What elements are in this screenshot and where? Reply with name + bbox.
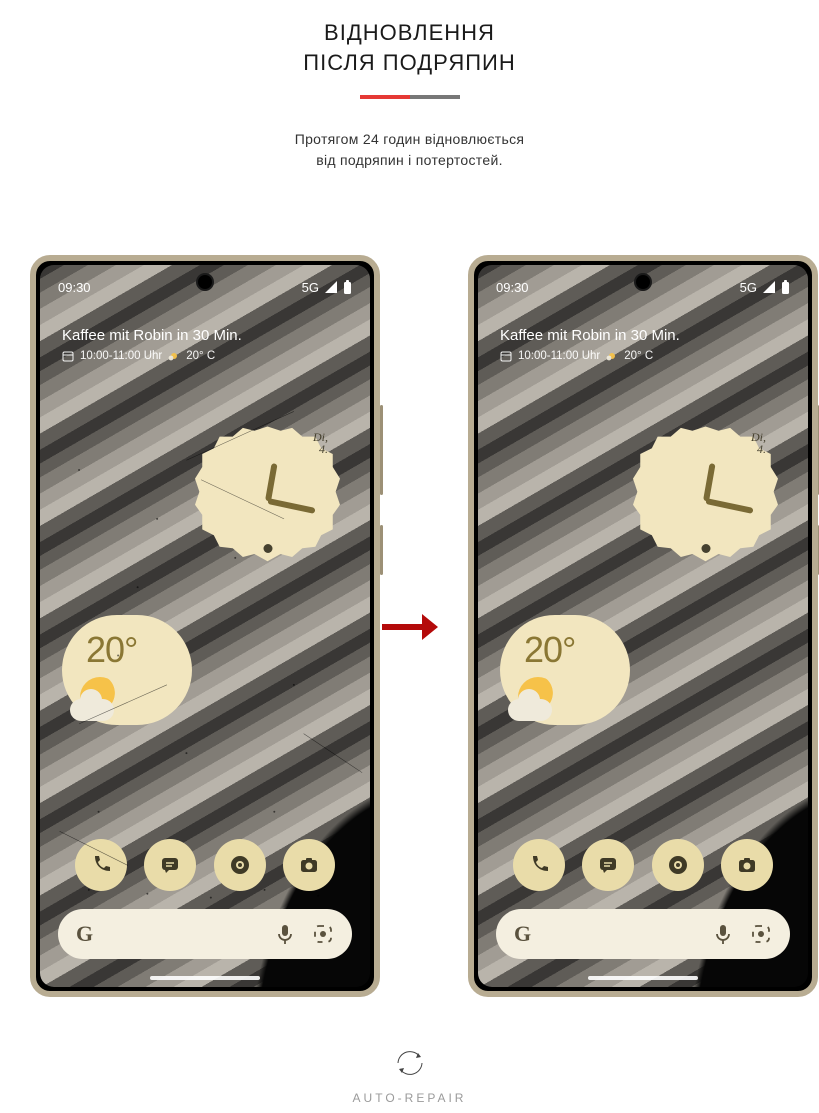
- battery-icon: [781, 280, 790, 294]
- phone-frame: 09:30 5G Kaffee mit Robin in 30 Min. 10:…: [468, 255, 818, 997]
- dock: [40, 839, 370, 891]
- dock: [478, 839, 808, 891]
- camera-app-icon: [721, 839, 773, 891]
- weather-widget: 20°: [500, 615, 630, 725]
- weather-widget: 20°: [62, 615, 192, 725]
- google-g-icon: G: [76, 921, 93, 947]
- glance-event: Kaffee mit Robin in 30 Min.: [500, 327, 680, 344]
- footer-label: AUTO-REPAIR: [0, 1091, 819, 1105]
- refresh-cycle-icon: [392, 1045, 428, 1081]
- weather-temp: 20°: [524, 629, 575, 671]
- home-indicator: [588, 976, 698, 980]
- messages-app-icon: [582, 839, 634, 891]
- phone-after: 09:30 5G Kaffee mit Robin in 30 Min. 10:…: [468, 255, 818, 997]
- search-bar: G: [496, 909, 790, 959]
- status-time: 09:30: [496, 280, 529, 295]
- signal-icon: [762, 281, 776, 293]
- messages-app-icon: [144, 839, 196, 891]
- clock-widget: Di, 4.: [633, 425, 778, 570]
- footer: AUTO-REPAIR: [0, 1045, 819, 1105]
- weather-cloud-icon: [508, 699, 552, 721]
- chrome-app-icon: [652, 839, 704, 891]
- weather-cloud-icon: [70, 699, 114, 721]
- camera-app-icon: [283, 839, 335, 891]
- phone-app-icon: [75, 839, 127, 891]
- mic-icon: [276, 923, 294, 945]
- volume-button-icon: [380, 405, 383, 495]
- side-buttons: [380, 405, 383, 605]
- mic-icon: [714, 923, 732, 945]
- glance-time: 10:00-11:00 Uhr: [80, 350, 162, 362]
- phone-before: 09:30 5G Kaffee mit Robin in 30 Min. 10:…: [30, 255, 380, 997]
- header: ВІДНОВЛЕННЯ ПІСЛЯ ПОДРЯПИН Протягом 24 г…: [0, 0, 819, 171]
- sun-icon: [606, 350, 618, 362]
- lens-icon: [750, 923, 772, 945]
- signal-icon: [324, 281, 338, 293]
- status-network: 5G: [302, 280, 319, 295]
- weather-temp: 20°: [86, 629, 137, 671]
- status-network: 5G: [740, 280, 757, 295]
- phone-frame: 09:30 5G Kaffee mit Robin in 30 Min. 10:…: [30, 255, 380, 997]
- glance-time: 10:00-11:00 Uhr: [518, 350, 600, 362]
- calendar-icon: [500, 350, 512, 362]
- arrow-right-icon: [380, 610, 440, 649]
- google-g-icon: G: [514, 921, 531, 947]
- glance-info: Kaffee mit Robin in 30 Min. 10:00-11:00 …: [500, 327, 680, 362]
- glance-temp: 20° C: [186, 350, 215, 362]
- search-bar: G: [58, 909, 352, 959]
- comparison-row: 09:30 5G Kaffee mit Robin in 30 Min. 10:…: [0, 255, 819, 1015]
- glance-info: Kaffee mit Robin in 30 Min. 10:00-11:00 …: [62, 327, 242, 362]
- glance-event: Kaffee mit Robin in 30 Min.: [62, 327, 242, 344]
- subtitle-line-1: Протягом 24 годин відновлюється: [0, 129, 819, 150]
- page-title: ВІДНОВЛЕННЯ ПІСЛЯ ПОДРЯПИН: [0, 18, 819, 77]
- glance-temp: 20° C: [624, 350, 653, 362]
- subtitle-line-2: від подряпин і потертостей.: [0, 150, 819, 171]
- title-line-2: ПІСЛЯ ПОДРЯПИН: [0, 48, 819, 78]
- sun-icon: [168, 350, 180, 362]
- status-bar: 09:30 5G: [478, 275, 808, 299]
- phone-screen: 09:30 5G Kaffee mit Robin in 30 Min. 10:…: [40, 265, 370, 987]
- battery-icon: [343, 280, 352, 294]
- chrome-app-icon: [214, 839, 266, 891]
- status-bar: 09:30 5G: [40, 275, 370, 299]
- phone-app-icon: [513, 839, 565, 891]
- accent-underline: [360, 95, 460, 99]
- calendar-icon: [62, 350, 74, 362]
- title-line-1: ВІДНОВЛЕННЯ: [0, 18, 819, 48]
- power-button-icon: [380, 525, 383, 575]
- subtitle: Протягом 24 годин відновлюється від подр…: [0, 129, 819, 171]
- home-indicator: [150, 976, 260, 980]
- phone-screen: 09:30 5G Kaffee mit Robin in 30 Min. 10:…: [478, 265, 808, 987]
- clock-widget: Di, 4.: [195, 425, 340, 570]
- lens-icon: [312, 923, 334, 945]
- status-time: 09:30: [58, 280, 91, 295]
